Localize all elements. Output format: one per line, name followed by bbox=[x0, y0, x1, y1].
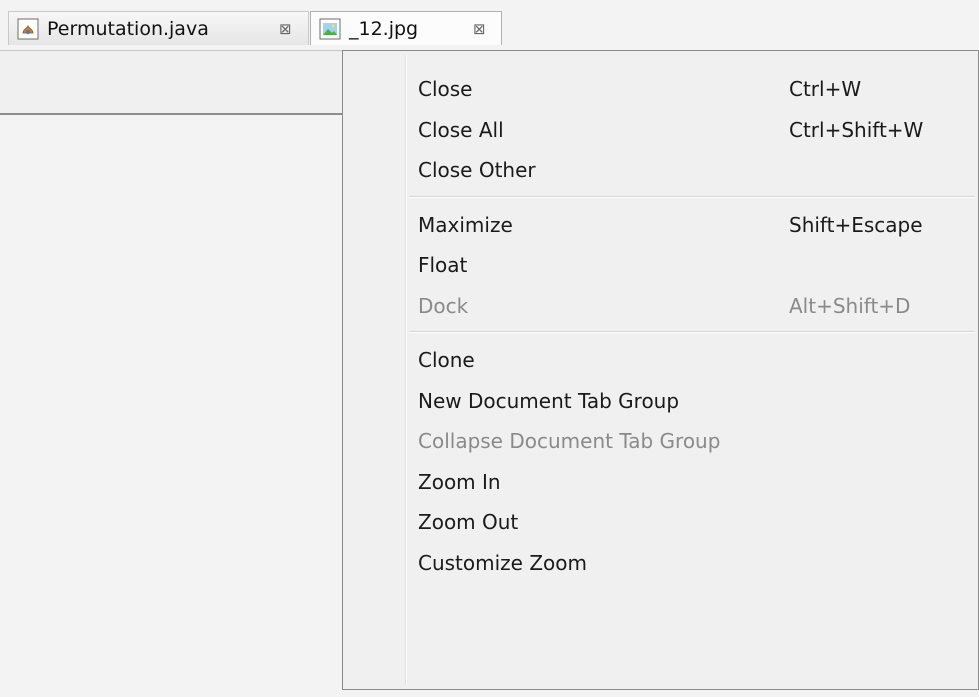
menu-item-label: Maximize bbox=[418, 212, 513, 237]
menu-item-label: Float bbox=[418, 253, 468, 277]
menu-item-shortcut: Shift+Escape bbox=[789, 212, 923, 237]
menu-item-collapse-document-tab-group: Collapse Document Tab Group bbox=[343, 421, 978, 461]
menu-item-dock: Dock Alt+Shift+D bbox=[343, 286, 978, 326]
menu-item-label: Zoom Out bbox=[418, 510, 519, 534]
editor-tab-strip: Permutation.java ⊠ _12.jpg ⊠ bbox=[0, 0, 979, 50]
menu-separator bbox=[409, 195, 975, 198]
menu-item-clone[interactable]: Clone bbox=[343, 340, 978, 380]
menu-item-shortcut: Alt+Shift+D bbox=[789, 293, 911, 318]
menu-item-label: Dock bbox=[418, 293, 469, 318]
tab-context-menu: Close Ctrl+W Close All Ctrl+Shift+W Close Ot… bbox=[342, 50, 979, 690]
menu-item-zoom-in[interactable]: Zoom In bbox=[343, 462, 978, 502]
menu-item-new-document-tab-group[interactable]: New Document Tab Group bbox=[343, 381, 978, 421]
menu-item-label: Collapse Document Tab Group bbox=[418, 429, 721, 453]
image-file-icon bbox=[319, 18, 341, 39]
menu-item-zoom-out[interactable]: Zoom Out bbox=[343, 502, 978, 542]
menu-item-label: Close Other bbox=[418, 158, 536, 182]
menu-item-label: Clone bbox=[418, 348, 475, 372]
close-tab-icon[interactable]: ⊠ bbox=[473, 20, 486, 38]
menu-item-shortcut: Ctrl+W bbox=[789, 77, 862, 101]
menu-item-close-other[interactable]: Close Other bbox=[343, 150, 978, 190]
editor-panel bbox=[0, 50, 345, 115]
menu-item-label: New Document Tab Group bbox=[418, 388, 680, 413]
menu-separator bbox=[409, 331, 975, 333]
menu-item-label: Zoom In bbox=[418, 469, 501, 494]
menu-item-customize-zoom[interactable]: Customize Zoom bbox=[343, 543, 978, 583]
java-file-icon bbox=[17, 18, 39, 39]
menu-item-close[interactable]: Close Ctrl+W bbox=[343, 69, 978, 109]
menu-item-maximize[interactable]: Maximize Shift+Escape bbox=[343, 205, 978, 245]
menu-item-label: Customize Zoom bbox=[418, 550, 587, 575]
tab-permutation-java[interactable]: Permutation.java ⊠ bbox=[8, 11, 309, 45]
menu-item-shortcut: Ctrl+Shift+W bbox=[789, 117, 924, 142]
menu-item-label: Close bbox=[418, 77, 473, 101]
menu-item-float[interactable]: Float bbox=[343, 245, 978, 285]
menu-item-close-all[interactable]: Close All Ctrl+Shift+W bbox=[343, 110, 978, 150]
tab-12-jpg[interactable]: _12.jpg ⊠ bbox=[310, 11, 502, 45]
menu-item-label: Close All bbox=[418, 117, 504, 142]
tab-label: _12.jpg bbox=[349, 17, 419, 40]
tab-label: Permutation.java bbox=[47, 17, 209, 40]
close-tab-icon[interactable]: ⊠ bbox=[279, 20, 292, 38]
